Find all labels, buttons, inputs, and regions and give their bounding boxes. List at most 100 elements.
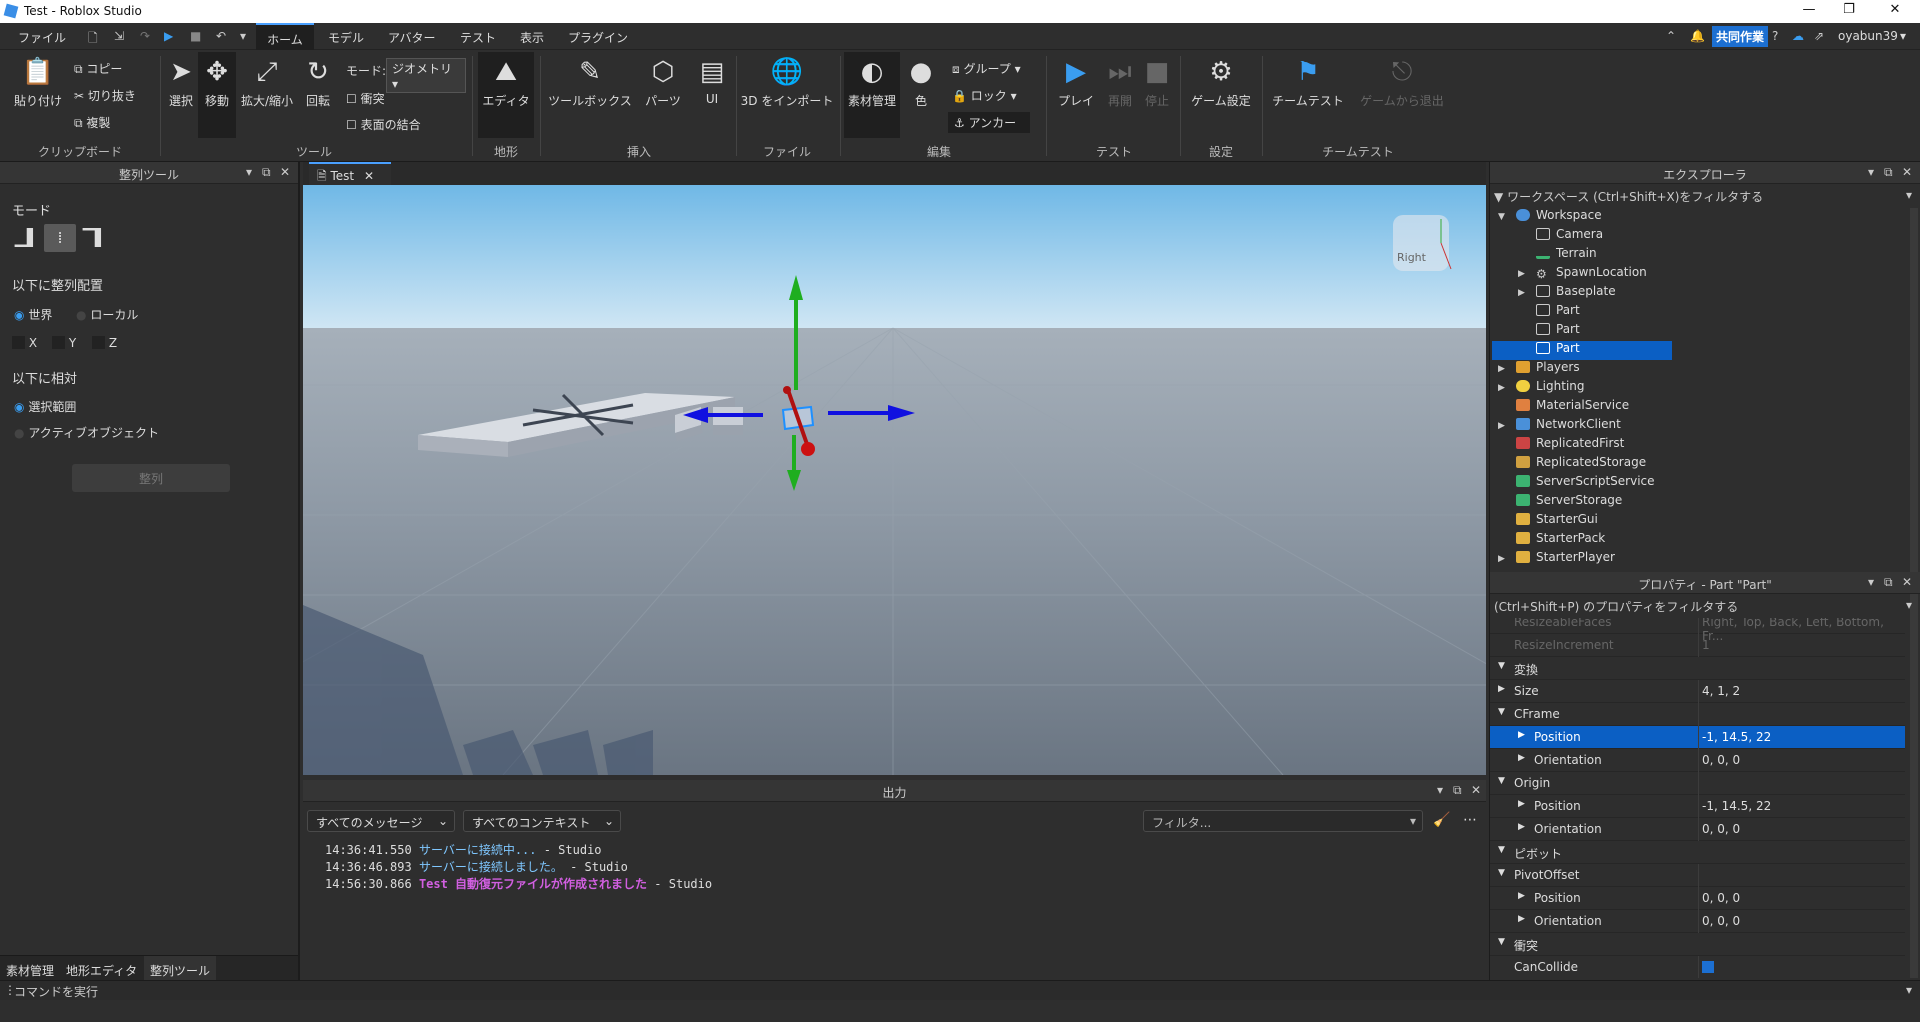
- play-quick-icon[interactable]: ▶: [164, 29, 173, 43]
- help-icon[interactable]: ?: [1772, 29, 1778, 43]
- tree-item-part-selected[interactable]: Part: [1492, 341, 1672, 360]
- prop-origin[interactable]: ▼ Origin: [1490, 772, 1905, 795]
- command-bar[interactable]: ⋮ コマンドを実行 ▾: [0, 980, 1920, 1000]
- chevron-right-icon[interactable]: ▶: [1498, 364, 1505, 374]
- undo-icon[interactable]: ↶: [216, 29, 226, 43]
- copy-button[interactable]: ⧉ コピー: [74, 60, 122, 77]
- tree-item-starterpack[interactable]: StarterPack: [1516, 531, 1605, 550]
- tree-item-networkclient[interactable]: NetworkClient: [1516, 417, 1621, 436]
- cloud-icon[interactable]: ☁: [1792, 29, 1804, 43]
- select-tool-button[interactable]: ➤ 選択: [164, 56, 198, 109]
- tab-avatar[interactable]: アバター: [388, 29, 436, 46]
- panel-undock-icon[interactable]: ⧉: [1884, 165, 1893, 180]
- prop-cframe-orientation[interactable]: ▶ Orientation 0, 0, 0: [1490, 749, 1905, 772]
- explorer-filter-input[interactable]: ▼ ワークスペース (Ctrl+Shift+X)をフィルタする ▾: [1494, 188, 1916, 206]
- z-handle-front[interactable]: [801, 442, 815, 456]
- panel-close-icon[interactable]: ✕: [280, 165, 290, 179]
- tab-test-document[interactable]: 🗎 Test ✕: [309, 162, 391, 185]
- tree-item-materialservice[interactable]: MaterialService: [1516, 398, 1629, 417]
- scene-canvas[interactable]: Right: [303, 185, 1486, 775]
- message-filter-select[interactable]: すべてのメッセージ ⌄: [307, 810, 455, 832]
- tab-plugins[interactable]: プラグイン: [568, 29, 628, 46]
- quick-access-dropdown-icon[interactable]: ▾: [240, 29, 246, 43]
- tab-view[interactable]: 表示: [520, 29, 544, 46]
- panel-close-icon[interactable]: ✕: [1471, 783, 1481, 797]
- tree-item-starterplayer[interactable]: StarterPlayer: [1516, 550, 1615, 569]
- duplicate-button[interactable]: ⧉ 複製: [74, 114, 110, 131]
- game-settings-button[interactable]: ⚙ ゲーム設定: [1186, 56, 1256, 109]
- tab-home[interactable]: ホーム: [256, 23, 314, 50]
- align-button[interactable]: 整列: [72, 464, 230, 492]
- tree-item-baseplate[interactable]: Baseplate: [1536, 284, 1616, 303]
- rotate-tool-button[interactable]: ↻ 回転: [298, 56, 338, 109]
- tree-item-replicatedfirst[interactable]: ReplicatedFirst: [1516, 436, 1624, 455]
- panel-close-icon[interactable]: ✕: [1902, 165, 1912, 179]
- checkbox-checked-icon[interactable]: [1702, 961, 1714, 973]
- close-icon[interactable]: ✕: [1872, 2, 1918, 20]
- parts-button[interactable]: ⬡ パーツ: [640, 56, 686, 109]
- prop-value[interactable]: -1, 14.5, 22: [1702, 730, 1771, 744]
- prop-category-transform[interactable]: ▼ 変換: [1490, 657, 1905, 680]
- collapse-ribbon-icon[interactable]: ⌃: [1666, 29, 1676, 43]
- terrain-editor-button[interactable]: ⛰ エディタ: [478, 52, 534, 138]
- chevron-down-icon[interactable]: ▼: [1498, 212, 1505, 222]
- chevron-right-icon[interactable]: ▶: [1498, 383, 1505, 393]
- align-min-button[interactable]: ▁▌: [12, 224, 42, 252]
- z-checkbox[interactable]: Z: [92, 336, 117, 350]
- prop-size[interactable]: ▶ Size 4, 1, 2: [1490, 680, 1905, 703]
- scale-tool-button[interactable]: ⤢ 拡大/縮小: [240, 56, 294, 109]
- tree-item-part[interactable]: Part: [1536, 303, 1580, 322]
- user-name[interactable]: oyabun39: [1838, 29, 1898, 43]
- prop-cframe[interactable]: ▼ CFrame: [1490, 703, 1905, 726]
- panel-menu-icon[interactable]: ▾: [1868, 165, 1874, 179]
- exit-game-button[interactable]: ⎋ ゲームから退出: [1356, 56, 1448, 109]
- tab-align-tool[interactable]: 整列ツール: [144, 956, 217, 980]
- prop-origin-orientation[interactable]: ▶ Orientation 0, 0, 0: [1490, 818, 1905, 841]
- user-dropdown-icon[interactable]: ▾: [1900, 29, 1906, 43]
- maximize-icon[interactable]: ❐: [1826, 2, 1872, 20]
- align-center-button[interactable]: ⁞: [44, 224, 76, 252]
- prop-pivot-orientation[interactable]: ▶ Orientation 0, 0, 0: [1490, 910, 1905, 933]
- color-button[interactable]: ● 色: [904, 56, 938, 109]
- tree-item-startergui[interactable]: StarterGui: [1516, 512, 1598, 531]
- new-file-icon[interactable]: 🗋: [88, 29, 98, 50]
- cut-button[interactable]: ✂ 切り抜き: [74, 87, 136, 104]
- clear-output-icon[interactable]: 🧹: [1433, 812, 1450, 828]
- prop-pivot-offset[interactable]: ▼ PivotOffset: [1490, 864, 1905, 887]
- world-radio[interactable]: ◉ 世界: [14, 306, 52, 323]
- tab-close-icon[interactable]: ✕: [364, 169, 374, 183]
- play-button[interactable]: ▶ プレイ: [1054, 56, 1098, 109]
- collisions-toggle[interactable]: ☐ 衝突: [346, 90, 385, 107]
- prop-pivot-position[interactable]: ▶ Position 0, 0, 0: [1490, 887, 1905, 910]
- prop-category-pivot[interactable]: ▼ ピボット: [1490, 841, 1905, 864]
- prop-value[interactable]: 4, 1, 2: [1702, 684, 1740, 698]
- tree-item-workspace[interactable]: Workspace: [1516, 208, 1602, 227]
- group-button[interactable]: ⧈ グループ ▾: [952, 60, 1021, 77]
- prop-resizeable-faces[interactable]: ResizeableFaces Right, Top, Back, Left, B…: [1490, 618, 1905, 643]
- lock-button[interactable]: 🔒 ロック ▾: [952, 87, 1017, 104]
- import3d-button[interactable]: 🌐 3D をインポート: [740, 56, 834, 109]
- x-checkbox[interactable]: X: [12, 336, 37, 350]
- local-radio[interactable]: ● ローカル: [76, 306, 138, 323]
- ui-button[interactable]: ▤ UI: [692, 56, 732, 106]
- panel-close-icon[interactable]: ✕: [1902, 575, 1912, 589]
- part-2[interactable]: [713, 407, 743, 435]
- resume-button[interactable]: ⏭ 再開: [1100, 56, 1140, 109]
- team-test-button[interactable]: ⚑ チームテスト: [1268, 56, 1348, 109]
- chevron-right-icon[interactable]: ▶: [1518, 288, 1525, 298]
- publish-icon[interactable]: ⇲: [114, 29, 124, 43]
- stop-button[interactable]: ■ 停止: [1140, 56, 1174, 109]
- notification-bell-icon[interactable]: 🔔: [1690, 29, 1705, 43]
- tree-item-spawnlocation[interactable]: ⚙ SpawnLocation: [1536, 265, 1647, 284]
- tree-item-serverstorage[interactable]: ServerStorage: [1516, 493, 1622, 512]
- output-filter-input[interactable]: フィルタ... ▾: [1143, 810, 1423, 832]
- tab-model[interactable]: モデル: [328, 29, 364, 46]
- prop-cframe-position[interactable]: ▶ Position -1, 14.5, 22: [1490, 726, 1905, 749]
- properties-scrollbar[interactable]: [1910, 618, 1918, 978]
- view-cube[interactable]: Right: [1393, 215, 1452, 271]
- prop-resize-increment[interactable]: ResizeIncrement 1: [1490, 634, 1905, 657]
- mode-select[interactable]: ジオメトリ ▾: [386, 58, 466, 93]
- active-object-radio[interactable]: ● アクティブオブジェクト: [14, 424, 159, 441]
- align-max-button[interactable]: ▔▌: [80, 224, 110, 252]
- move-tool-button[interactable]: ✥ 移動: [198, 52, 236, 138]
